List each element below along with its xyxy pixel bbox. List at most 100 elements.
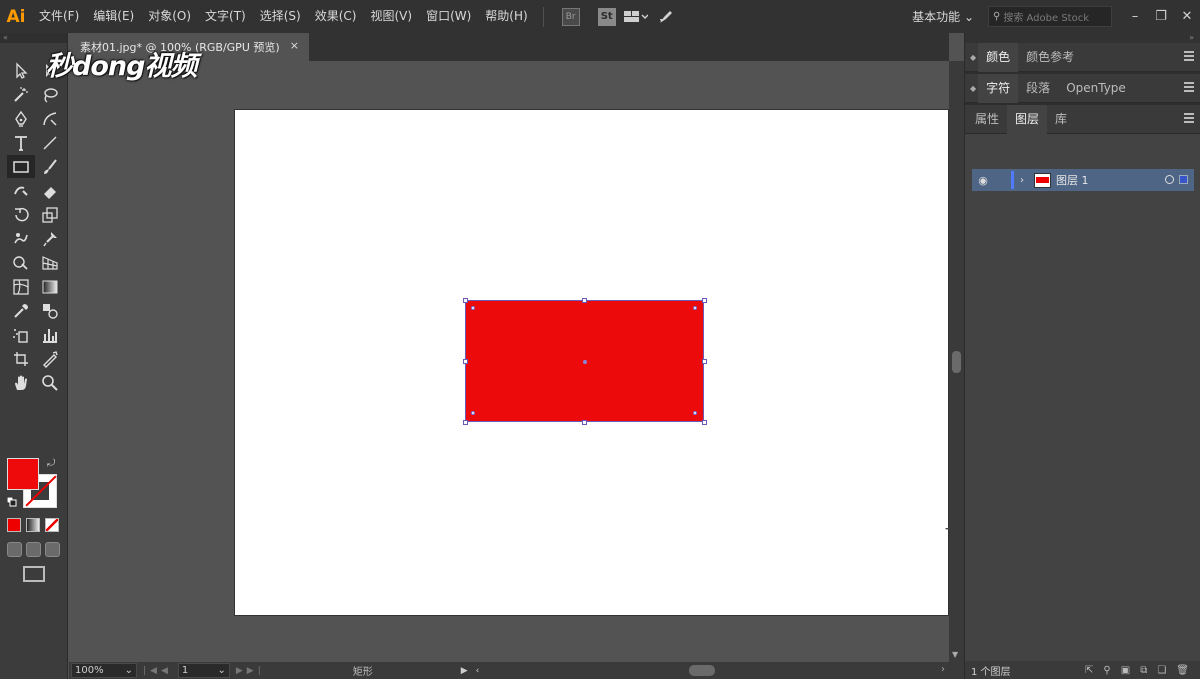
panel-menu-icon[interactable] — [1184, 82, 1194, 92]
clipping-mask-icon[interactable]: ▣ — [1121, 665, 1130, 676]
gpu-rocket-icon[interactable] — [652, 7, 680, 27]
vertical-scroll-thumb[interactable] — [952, 351, 961, 373]
menu-view[interactable]: 视图(V) — [363, 0, 419, 33]
minimize-icon[interactable]: – — [1122, 0, 1148, 33]
workspace-switcher[interactable]: 基本功能 ⌄ — [912, 8, 988, 25]
perspective-grid-tool-icon[interactable] — [36, 251, 64, 274]
handle-top-center[interactable] — [582, 298, 587, 303]
panel-menu-icon[interactable] — [1184, 51, 1194, 61]
corner-widget-top-right[interactable] — [693, 306, 697, 310]
menu-type[interactable]: 文字(T) — [198, 0, 253, 33]
line-segment-tool-icon[interactable] — [36, 131, 64, 154]
scale-tool-icon[interactable] — [36, 203, 64, 226]
restore-icon[interactable]: ❐ — [1148, 0, 1174, 33]
rotate-tool-icon[interactable] — [7, 203, 35, 226]
gradient-mode-icon[interactable] — [26, 518, 40, 532]
horizontal-scroll-thumb[interactable] — [689, 665, 715, 676]
chevron-right-icon[interactable]: › — [1020, 175, 1024, 186]
blend-tool-icon[interactable] — [36, 299, 64, 322]
menu-file[interactable]: 文件(F) — [32, 0, 86, 33]
tab-properties[interactable]: 属性 — [967, 105, 1007, 134]
mesh-tool-icon[interactable] — [7, 275, 35, 298]
slice-tool-icon[interactable] — [36, 347, 64, 370]
none-mode-icon[interactable] — [45, 518, 59, 532]
zoom-tool-icon[interactable] — [36, 371, 64, 394]
paintbrush-tool-icon[interactable] — [36, 155, 64, 178]
zoom-level-select[interactable]: 100% ⌄ — [71, 663, 137, 678]
swap-fill-stroke-icon[interactable]: ⤾ — [47, 458, 55, 469]
warp-tool-icon[interactable] — [7, 227, 35, 250]
visibility-eye-icon[interactable]: ◉ — [972, 174, 994, 187]
layer-selection-icon[interactable] — [1179, 175, 1188, 184]
menu-effect[interactable]: 效果(C) — [308, 0, 364, 33]
draw-behind-icon[interactable] — [26, 542, 41, 557]
tab-color-guide[interactable]: 颜色参考 — [1018, 43, 1082, 72]
tab-color[interactable]: 颜色 — [978, 42, 1019, 72]
menu-object[interactable]: 对象(O) — [141, 0, 198, 33]
eraser-tool-icon[interactable] — [36, 179, 64, 202]
shaper-tool-icon[interactable] — [7, 179, 35, 202]
new-layer-icon[interactable]: ❏ — [1157, 665, 1166, 676]
artboard-number-select[interactable]: 1 ⌄ — [177, 663, 230, 678]
artboard[interactable]: ✛ — [235, 110, 949, 615]
lasso-tool-icon[interactable] — [36, 83, 64, 106]
toolbar-collapse-icon[interactable]: « — [0, 33, 67, 43]
type-tool-icon[interactable] — [7, 131, 35, 154]
gradient-tool-icon[interactable] — [36, 275, 64, 298]
tab-layers[interactable]: 图层 — [1007, 104, 1048, 134]
status-menu-icon[interactable]: ▶ — [461, 666, 468, 676]
magic-wand-tool-icon[interactable] — [7, 83, 35, 106]
menu-window[interactable]: 窗口(W) — [419, 0, 478, 33]
artboard-next-last-icon[interactable]: ▶▶| — [236, 666, 265, 676]
menu-select[interactable]: 选择(S) — [253, 0, 308, 33]
panel-toggle-icon[interactable]: ◆ — [970, 53, 976, 62]
selection-tool-icon[interactable] — [7, 59, 35, 82]
draw-normal-icon[interactable] — [7, 542, 22, 557]
close-document-icon[interactable]: × — [290, 39, 299, 52]
delete-layer-icon[interactable]: 🗑 — [1176, 665, 1189, 676]
pen-tool-icon[interactable] — [7, 107, 35, 130]
color-mode-icon[interactable] — [7, 518, 21, 532]
corner-widget-bottom-left[interactable] — [471, 411, 475, 415]
handle-middle-right[interactable] — [702, 359, 707, 364]
default-fill-stroke-icon[interactable] — [6, 496, 17, 507]
handle-middle-left[interactable] — [463, 359, 468, 364]
handle-top-right[interactable] — [702, 298, 707, 303]
change-screen-mode-icon[interactable] — [23, 566, 45, 582]
artboard-tool-icon[interactable] — [7, 347, 35, 370]
tab-opentype[interactable]: OpenType — [1058, 74, 1134, 103]
close-icon[interactable]: ✕ — [1174, 0, 1200, 33]
handle-bottom-left[interactable] — [463, 420, 468, 425]
tab-character[interactable]: 字符 — [978, 73, 1019, 103]
handle-bottom-center[interactable] — [582, 420, 587, 425]
corner-widget-bottom-right[interactable] — [693, 411, 697, 415]
stock-search-input[interactable]: ⚲ 搜索 Adobe Stock — [988, 6, 1112, 27]
symbol-sprayer-tool-icon[interactable] — [7, 323, 35, 346]
panel-toggle-icon[interactable]: ◆ — [970, 84, 976, 93]
handle-top-left[interactable] — [463, 298, 468, 303]
panel-collapse-icon[interactable]: » — [965, 33, 1200, 43]
column-graph-tool-icon[interactable] — [36, 323, 64, 346]
locate-object-icon[interactable]: ⚲ — [1103, 665, 1110, 676]
arrange-documents-icon[interactable] — [623, 7, 652, 27]
vertical-scrollbar[interactable]: ▼ — [949, 61, 964, 662]
curvature-tool-icon[interactable] — [36, 107, 64, 130]
eyedropper-tool-icon[interactable] — [7, 299, 35, 322]
export-icon[interactable]: ⇱ — [1085, 665, 1093, 676]
hand-tool-icon[interactable] — [7, 371, 35, 394]
horizontal-scrollbar[interactable]: › — [479, 664, 949, 676]
layer-target-icon[interactable] — [1165, 175, 1174, 184]
new-sublayer-icon[interactable]: ⧉ — [1140, 665, 1147, 676]
bridge-button[interactable]: Br — [561, 7, 580, 26]
fill-color-swatch[interactable] — [7, 458, 39, 490]
tab-libraries[interactable]: 库 — [1047, 105, 1075, 134]
layer-row[interactable]: ◉ › 图层 1 — [972, 169, 1194, 191]
layer-name[interactable]: 图层 1 — [1056, 172, 1089, 188]
handle-bottom-right[interactable] — [702, 420, 707, 425]
draw-inside-icon[interactable] — [45, 542, 60, 557]
tab-paragraph[interactable]: 段落 — [1018, 74, 1058, 103]
canvas-area[interactable]: ✛ — [69, 61, 949, 662]
rectangle-tool-icon[interactable] — [7, 155, 35, 178]
stock-button[interactable]: St — [597, 7, 616, 26]
scroll-right-icon[interactable]: › — [941, 664, 945, 675]
